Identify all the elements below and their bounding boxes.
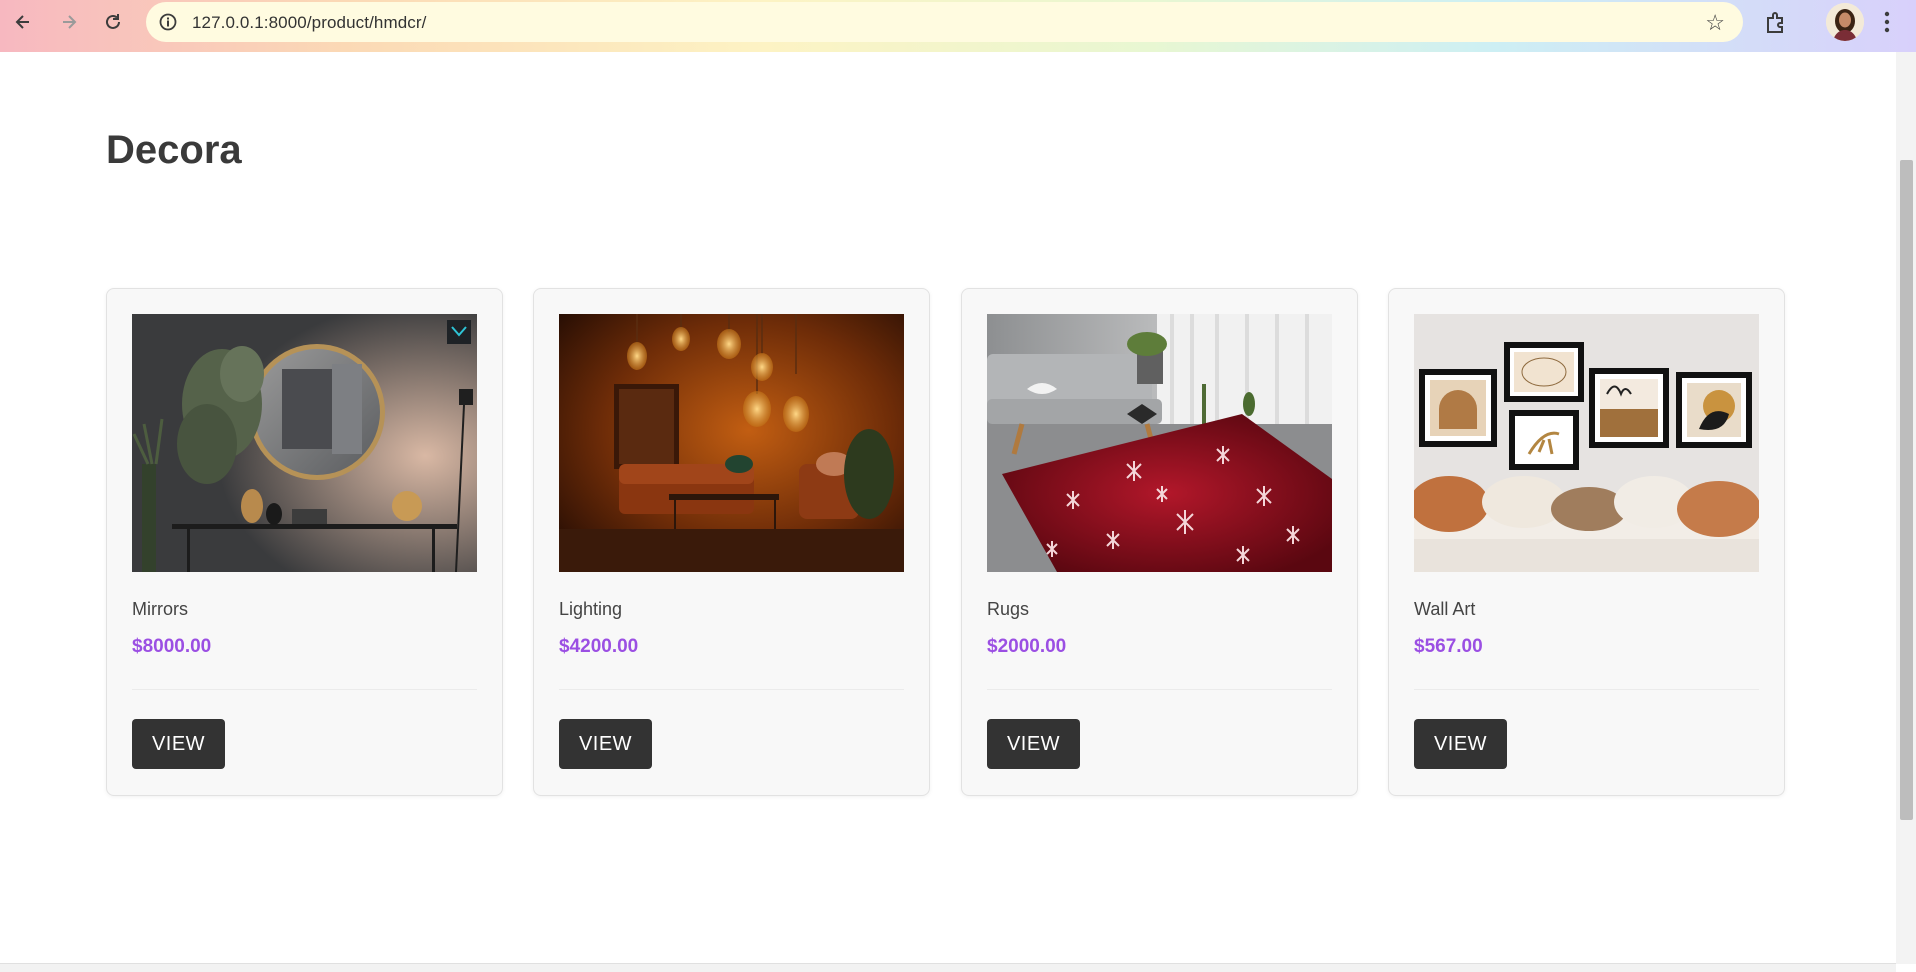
site-info-icon[interactable] bbox=[158, 12, 178, 32]
page-content: Decora Mirrors $8000.00 VIEW Lighting $4… bbox=[0, 52, 1896, 964]
framed-wall-art-image[interactable] bbox=[1414, 314, 1759, 572]
profile-avatar[interactable] bbox=[1826, 3, 1864, 41]
forward-icon[interactable] bbox=[54, 7, 84, 37]
scrollbar-thumb[interactable] bbox=[1900, 160, 1913, 820]
bookmark-star-icon[interactable]: ☆ bbox=[1705, 10, 1725, 36]
page-bottom-edge bbox=[0, 963, 1896, 972]
reload-icon[interactable] bbox=[98, 7, 128, 37]
product-card-lighting: Lighting $4200.00 VIEW bbox=[533, 288, 930, 796]
card-divider bbox=[132, 689, 477, 690]
card-divider bbox=[559, 689, 904, 690]
view-button-lighting[interactable]: VIEW bbox=[559, 719, 652, 769]
product-card-rugs: Rugs $2000.00 VIEW bbox=[961, 288, 1358, 796]
product-price: $567.00 bbox=[1414, 636, 1483, 657]
product-price: $8000.00 bbox=[132, 636, 212, 657]
product-name: Lighting bbox=[559, 599, 623, 619]
address-bar[interactable]: 127.0.0.1:8000/product/hmdcr/ ☆ bbox=[146, 2, 1743, 42]
card-divider bbox=[987, 689, 1332, 690]
back-icon[interactable] bbox=[8, 7, 38, 37]
view-button-wall-art[interactable]: VIEW bbox=[1414, 719, 1507, 769]
url-text[interactable]: 127.0.0.1:8000/product/hmdcr/ bbox=[192, 13, 426, 33]
extensions-icon[interactable] bbox=[1762, 9, 1790, 37]
product-card-wall-art: Wall Art $567.00 VIEW bbox=[1388, 288, 1785, 796]
snowflake-rug-image[interactable] bbox=[987, 314, 1332, 572]
product-name: Wall Art bbox=[1414, 599, 1476, 619]
pendant-lights-room-image[interactable] bbox=[559, 314, 904, 572]
view-button-rugs[interactable]: VIEW bbox=[987, 719, 1080, 769]
more-menu-icon[interactable] bbox=[1880, 8, 1894, 36]
product-name: Mirrors bbox=[132, 599, 188, 619]
page-title: Decora bbox=[106, 128, 242, 172]
product-card-mirrors: Mirrors $8000.00 VIEW bbox=[106, 288, 503, 796]
vertical-scrollbar[interactable] bbox=[1896, 52, 1916, 964]
card-divider bbox=[1414, 689, 1759, 690]
browser-toolbar: 127.0.0.1:8000/product/hmdcr/ ☆ bbox=[0, 0, 1916, 52]
product-price: $4200.00 bbox=[559, 636, 639, 657]
product-name: Rugs bbox=[987, 599, 1030, 619]
view-button-mirrors[interactable]: VIEW bbox=[132, 719, 225, 769]
product-price: $2000.00 bbox=[987, 636, 1067, 657]
mirror-room-image[interactable] bbox=[132, 314, 477, 572]
